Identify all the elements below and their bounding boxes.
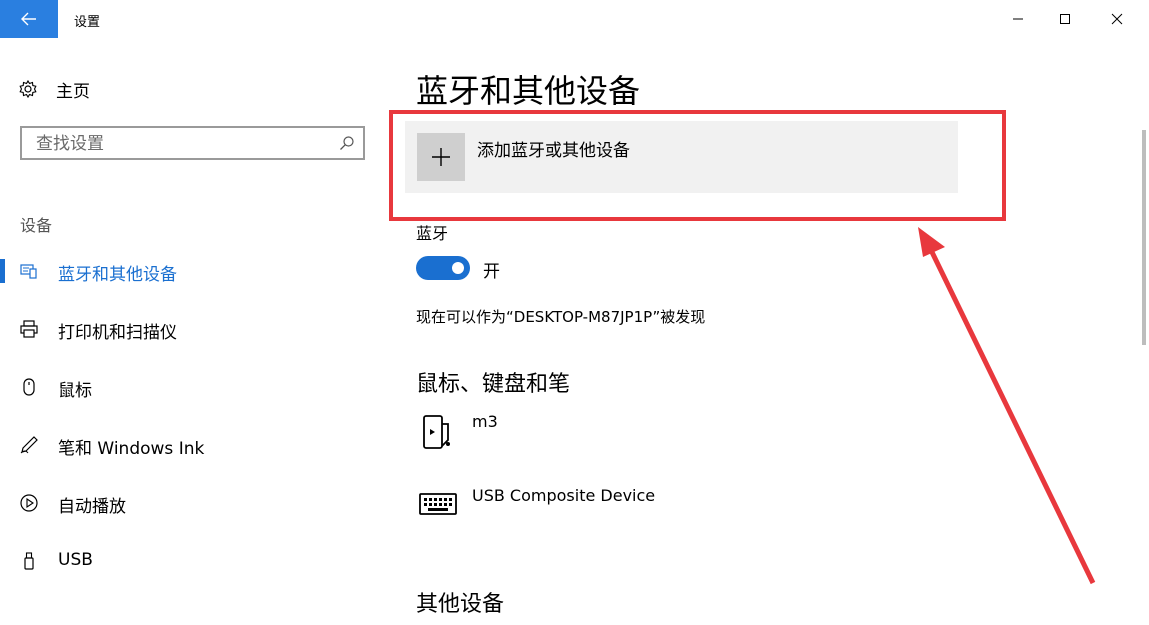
sidebar-item-label: 打印机和扫描仪 [58,323,177,343]
minimize-button[interactable] [995,0,1041,38]
toggle-knob [452,262,464,274]
search-input[interactable] [36,133,326,155]
sidebar: 主页 设备 蓝牙和其他设备 打印机和扫描仪 鼠标 [0,38,385,625]
bluetooth-devices-icon [20,264,37,279]
other-devices-heading: 其他设备 [416,592,505,617]
sidebar-item-mouse[interactable]: 鼠标 [0,367,385,407]
home-label: 主页 [56,81,90,102]
sidebar-item-usb[interactable]: USB [0,541,385,581]
title-bar: 设置 [0,0,1149,38]
usb-icon [24,552,34,570]
section-label: 设备 [20,216,53,235]
back-arrow-icon [21,12,36,26]
close-button[interactable] [1094,0,1140,38]
page-title: 蓝牙和其他设备 [416,72,641,110]
printer-icon [20,320,38,338]
bluetooth-state: 开 [483,262,500,282]
maximize-icon [1060,14,1070,24]
highlight-annotation-box [389,110,1006,221]
device-item-m3[interactable]: m3 [416,410,916,460]
home-link[interactable]: 主页 [18,78,90,102]
keyboard-icon [419,493,457,515]
search-box[interactable] [20,126,365,160]
sidebar-item-label: USB [58,550,93,570]
sidebar-item-bluetooth[interactable]: 蓝牙和其他设备 [0,251,385,291]
sidebar-item-label: 蓝牙和其他设备 [58,265,177,285]
device-item-usb-composite[interactable]: USB Composite Device [416,484,916,534]
autoplay-icon [20,494,38,512]
minimize-icon [1013,18,1023,20]
back-button[interactable] [0,0,58,38]
sidebar-item-label: 鼠标 [58,381,92,401]
sidebar-item-autoplay[interactable]: 自动播放 [0,483,385,523]
device-name: USB Composite Device [472,486,656,505]
device-name: m3 [472,412,498,431]
close-icon [1111,13,1123,25]
search-icon [340,136,354,150]
sidebar-item-label: 笔和 Windows Ink [58,439,205,459]
bluetooth-label: 蓝牙 [416,224,449,243]
window-title: 设置 [74,15,101,30]
discoverable-text: 现在可以作为“DESKTOP-M87JP1P”被发现 [416,308,706,326]
sidebar-item-printers[interactable]: 打印机和扫描仪 [0,309,385,349]
pen-icon [20,436,38,454]
mouse-keyboard-pen-heading: 鼠标、键盘和笔 [416,372,571,397]
gear-icon [19,79,37,99]
bluetooth-toggle[interactable] [416,256,470,280]
active-indicator [0,259,5,283]
mouse-icon [23,378,35,396]
sidebar-item-label: 自动播放 [58,497,126,517]
sidebar-item-pen[interactable]: 笔和 Windows Ink [0,425,385,465]
scrollbar-thumb[interactable] [1142,130,1146,345]
maximize-button[interactable] [1042,0,1088,38]
phone-device-icon [423,415,450,449]
